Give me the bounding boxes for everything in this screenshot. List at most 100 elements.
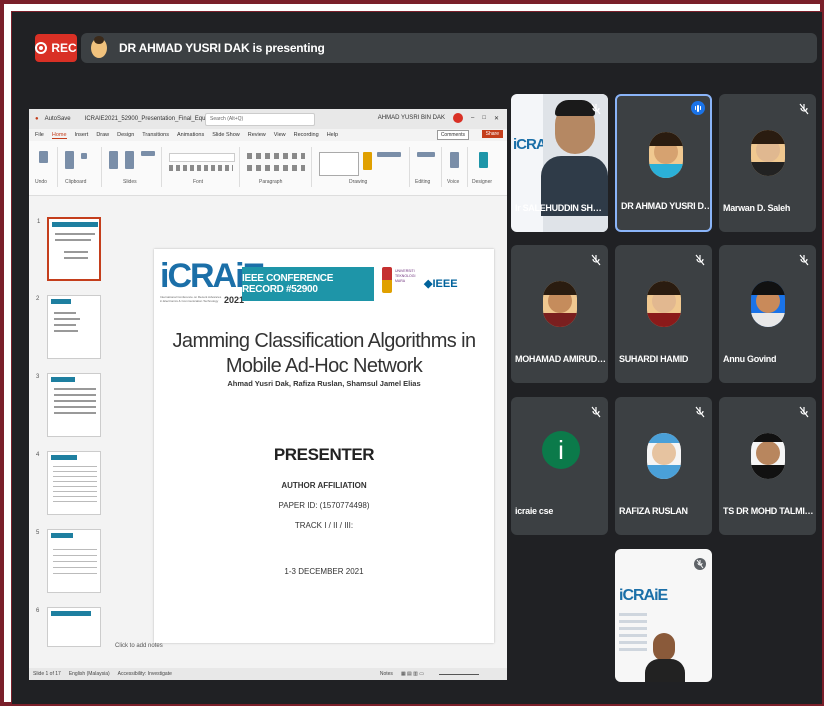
ribbon-group-clipboard[interactable]: Clipboard	[59, 147, 102, 187]
minimize-icon[interactable]: –	[471, 115, 474, 121]
layout-icon	[141, 151, 155, 156]
participant-name: RAFIZA RUSLAN	[619, 506, 688, 516]
avatar-hair	[649, 132, 683, 146]
university-crest-icon	[382, 267, 392, 293]
menu-transitions[interactable]: Transitions	[142, 132, 169, 138]
reuse-slides-icon	[125, 151, 134, 169]
slide-thumb-3[interactable]: 3	[36, 373, 101, 437]
menu-slide-show[interactable]: Slide Show	[212, 132, 240, 138]
menu-review[interactable]: Review	[248, 132, 266, 138]
thumb-table	[53, 544, 97, 574]
status-language[interactable]: English (Malaysia)	[69, 671, 110, 677]
ribbon-group-designer[interactable]: Designer	[469, 147, 501, 187]
avatar-hijab	[647, 433, 681, 443]
participant-tile[interactable]: DR AHMAD YUSRI DAK	[615, 94, 712, 232]
menu-view[interactable]: View	[274, 132, 286, 138]
presenter-text: DR AHMAD YUSRI DAK is presenting	[119, 41, 325, 55]
menu-insert[interactable]: Insert	[75, 132, 89, 138]
zoom-slider[interactable]	[439, 674, 479, 675]
participant-name: Marwan D. Saleh	[723, 203, 791, 213]
cut-icon	[81, 153, 87, 159]
ribbon-group-voice[interactable]: Voice	[443, 147, 468, 187]
thumb-line	[54, 318, 80, 320]
font-format-icons[interactable]	[169, 165, 233, 171]
thumb-line	[64, 251, 88, 253]
avatar-body	[647, 313, 681, 327]
ppt-statusbar: Slide 1 of 17 English (Malaysia) Accessi…	[29, 668, 507, 680]
thumb-line	[55, 233, 95, 235]
ribbon-group-paragraph[interactable]: Paragraph	[241, 147, 312, 187]
notes-pane[interactable]: Click to add notes	[115, 643, 163, 649]
logo-subtitle: International Conference on Recent Advan…	[160, 295, 222, 303]
avatar-hair	[647, 281, 681, 295]
font-select[interactable]	[169, 153, 235, 162]
ppt-user: AHMAD YUSRI BIN DAK	[377, 115, 445, 121]
share-button[interactable]: Share	[481, 130, 503, 138]
muted-mic-icon	[798, 102, 810, 115]
participant-tile[interactable]: iCRAiE	[615, 549, 712, 682]
align-icons[interactable]	[247, 165, 305, 171]
avatar-body	[751, 162, 785, 176]
close-icon[interactable]: ✕	[494, 115, 499, 122]
thumb-line	[54, 400, 96, 402]
ribbon-label: Slides	[123, 179, 137, 185]
ribbon-group-drawing[interactable]: Drawing	[313, 147, 410, 187]
ribbon-group-font[interactable]: Font	[163, 147, 240, 187]
ppt-search[interactable]: Search (Alt+Q)	[205, 113, 315, 126]
thumb-number: 5	[36, 530, 40, 536]
status-slide-count: Slide 1 of 17	[33, 671, 61, 677]
participant-avatar	[751, 433, 785, 479]
ribbon-label: Undo	[35, 179, 47, 185]
participant-tile[interactable]: TS DR MOHD TALMIZIE ...	[719, 397, 816, 535]
participant-name: icraie cse	[515, 506, 554, 516]
menu-recording[interactable]: Recording	[294, 132, 319, 138]
slide-thumb-4[interactable]: 4	[36, 451, 101, 515]
maximize-icon[interactable]: □	[482, 115, 486, 121]
comments-button[interactable]: Comments	[436, 130, 469, 140]
menu-design[interactable]: Design	[117, 132, 134, 138]
participant-tile[interactable]: Marwan D. Saleh	[719, 94, 816, 232]
menu-home[interactable]: Home	[51, 132, 67, 139]
find-icon	[417, 152, 435, 157]
menu-file[interactable]: File	[35, 132, 44, 138]
slide-thumb-1[interactable]: 1	[37, 217, 101, 281]
menu-draw[interactable]: Draw	[96, 132, 109, 138]
list-icons[interactable]	[247, 153, 305, 159]
participant-tile[interactable]: iCRAiE Ir SALEHUDDIN SHUIB	[511, 94, 608, 232]
menu-help[interactable]: Help	[327, 132, 338, 138]
undo-icon	[39, 151, 48, 163]
participant-tile[interactable]: MOHAMAD AMIRUDDIN...	[511, 245, 608, 383]
participant-tile[interactable]: Annu Govind	[719, 245, 816, 383]
participant-tile[interactable]: SUHARDI HAMID	[615, 245, 712, 383]
participant-tile[interactable]: i icraie cse	[511, 397, 608, 535]
rec-label: REC	[51, 41, 77, 55]
thumb-header	[51, 455, 77, 460]
current-slide[interactable]: iCRAiE 2021 International Conference on …	[154, 249, 494, 643]
notes-button[interactable]: Notes	[380, 671, 393, 677]
status-accessibility[interactable]: Accessibility: Investigate	[118, 671, 172, 677]
view-icons[interactable]: ▦ ▤ ▥ ▭	[401, 671, 424, 677]
slide-thumb-5[interactable]: 5	[36, 529, 101, 593]
slide-thumb-2[interactable]: 2	[36, 295, 101, 359]
menu-animations[interactable]: Animations	[177, 132, 204, 138]
participant-initial-avatar: i	[542, 431, 580, 469]
autosave-label[interactable]: AutoSave	[45, 116, 71, 122]
shapes-gallery[interactable]	[319, 152, 359, 176]
ribbon-group-slides[interactable]: Slides	[103, 147, 162, 187]
ribbon-group-undo[interactable]: Undo	[31, 147, 58, 187]
recording-indicator[interactable]: REC	[35, 34, 77, 62]
user-avatar[interactable]	[453, 113, 463, 123]
designer-icon	[479, 152, 488, 168]
muted-mic-icon	[694, 405, 706, 418]
person-body	[645, 659, 685, 682]
muted-mic-icon	[798, 405, 810, 418]
ribbon-group-editing[interactable]: Editing	[411, 147, 442, 187]
slide-thumb-6[interactable]: 6	[36, 607, 101, 647]
participant-avatar	[647, 281, 681, 327]
participant-tile[interactable]: RAFIZA RUSLAN	[615, 397, 712, 535]
thumb-number: 4	[36, 452, 40, 458]
muted-mic-icon	[798, 253, 810, 266]
ribbon-label: Clipboard	[65, 179, 87, 185]
slide-track: TRACK I / II / III:	[294, 521, 354, 530]
avatar-face	[652, 441, 676, 465]
